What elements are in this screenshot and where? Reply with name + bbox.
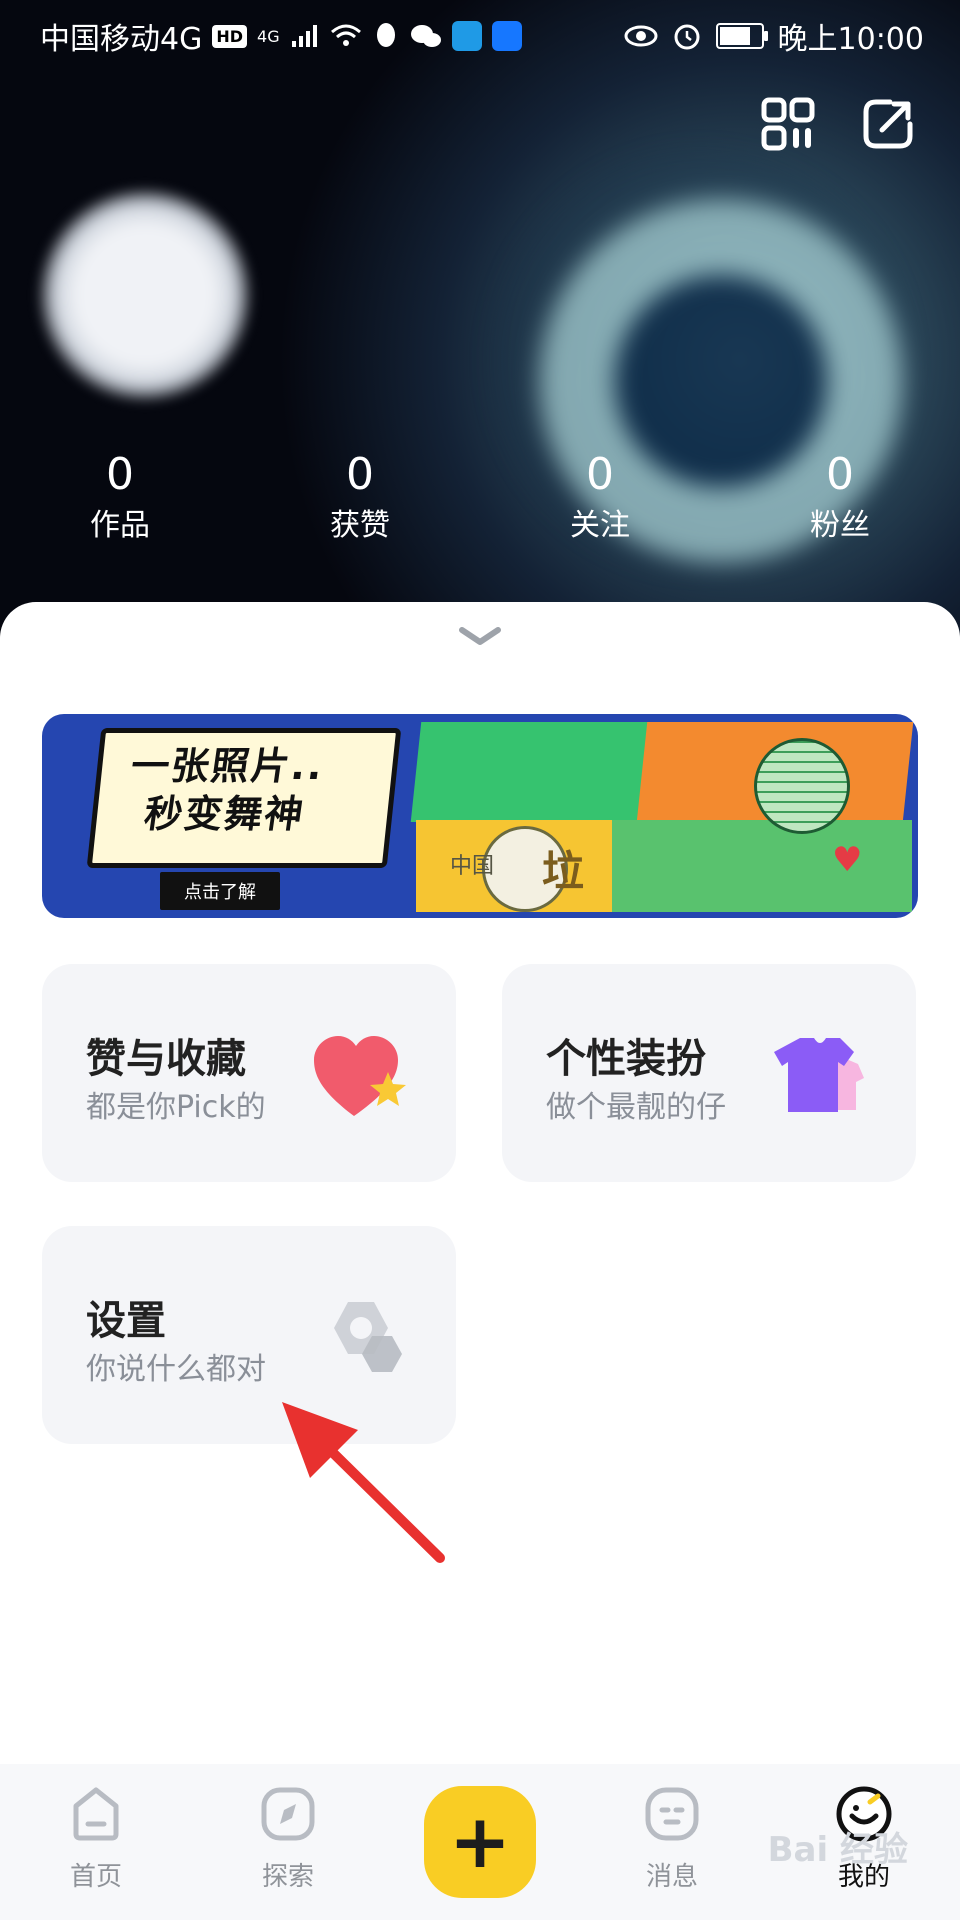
profile-screen: 中国移动4G HD 4G 晚上10:00 0 作品 0 获赞 0 关注 0 粉丝… — [0, 0, 960, 1920]
plus-icon: + — [448, 1799, 511, 1885]
avatar[interactable] — [40, 190, 250, 400]
profile-header: 中国移动4G HD 4G 晚上10:00 0 作品 0 获赞 0 关注 0 粉丝 — [0, 0, 960, 640]
wifi-icon — [330, 24, 361, 46]
banner-panel — [410, 722, 662, 822]
stat-value: 0 — [346, 449, 374, 500]
banner-learn-more-button[interactable]: 点击了解 — [160, 872, 280, 910]
browser-app-icon — [451, 21, 482, 51]
qr-scan-icon[interactable] — [760, 96, 816, 152]
status-bar: 中国移动4G HD 4G 晚上10:00 — [0, 0, 960, 66]
stat-following[interactable]: 0 关注 — [480, 450, 720, 548]
nav-label: 消息 — [645, 1862, 698, 1892]
stat-likes[interactable]: 0 获赞 — [240, 450, 480, 548]
stat-fans[interactable]: 0 粉丝 — [720, 450, 960, 548]
stat-value: 0 — [106, 449, 134, 500]
heart-star-icon — [314, 1036, 406, 1116]
banner-panel — [612, 820, 912, 912]
compass-icon — [261, 1787, 315, 1841]
promo-banner[interactable]: ♥ 中国 垃 一张照片.. 秒变舞神 点击了解 — [42, 714, 918, 918]
hexagon-icon — [334, 1302, 402, 1372]
profile-stats: 0 作品 0 获赞 0 关注 0 粉丝 — [0, 450, 960, 548]
clock-text: 晚上10:00 — [777, 22, 924, 57]
wechat-icon — [410, 25, 441, 47]
card-subtitle: 都是你Pick的 — [86, 1090, 266, 1125]
banner-big-char: 垃 — [542, 847, 585, 896]
card-title: 设置 — [86, 1298, 166, 1344]
qq-icon — [376, 23, 395, 47]
personal-dressup-card[interactable]: 个性装扮 做个最靓的仔 — [502, 964, 916, 1182]
stat-label: 粉丝 — [810, 508, 870, 543]
stat-value: 0 — [826, 449, 854, 500]
signal-icon — [291, 25, 317, 47]
card-title: 个性装扮 — [546, 1036, 706, 1082]
watermark: Bai 经验 — [767, 1830, 908, 1870]
home-icon — [73, 1787, 119, 1841]
disco-ball-illustration — [754, 738, 850, 834]
nav-messages[interactable]: 消息 — [602, 1784, 742, 1893]
tshirt-icon — [774, 1038, 864, 1112]
share-icon[interactable] — [860, 96, 916, 152]
stat-works[interactable]: 0 作品 — [0, 450, 240, 548]
alipay-app-icon — [491, 21, 522, 51]
banner-title-line1: 一张照片.. — [128, 744, 328, 788]
nav-label: 首页 — [69, 1862, 122, 1892]
profile-sheet: ♥ 中国 垃 一张照片.. 秒变舞神 点击了解 赞与收藏 都是你Pick的 个性… — [0, 602, 960, 1920]
nav-explore[interactable]: 探索 — [218, 1784, 358, 1893]
card-subtitle: 你说什么都对 — [86, 1352, 266, 1387]
banner-title-line2: 秒变舞神 — [141, 792, 308, 836]
battery-icon — [715, 23, 768, 49]
hd-badge: HD — [212, 24, 248, 48]
card-subtitle: 做个最靓的仔 — [546, 1090, 726, 1125]
card-title: 赞与收藏 — [86, 1036, 246, 1082]
red-arrow-annotation — [282, 1402, 445, 1563]
eye-icon — [624, 25, 658, 47]
carrier-text: 中国移动4G — [40, 22, 203, 57]
network-type: 4G — [257, 26, 280, 46]
chevron-down-icon[interactable] — [456, 624, 504, 648]
stat-label: 关注 — [570, 508, 630, 543]
alarm-icon — [674, 24, 700, 50]
stat-label: 获赞 — [330, 508, 390, 543]
likes-favorites-card[interactable]: 赞与收藏 都是你Pick的 — [42, 964, 456, 1182]
banner-title: 一张照片.. 秒变舞神 — [121, 742, 394, 838]
heart-icon: ♥ — [832, 840, 863, 880]
create-plus-button[interactable]: + — [424, 1786, 536, 1898]
nav-label: 探索 — [261, 1862, 314, 1892]
stat-label: 作品 — [90, 508, 150, 543]
stat-value: 0 — [586, 449, 614, 500]
message-icon — [645, 1787, 699, 1841]
nav-home[interactable]: 首页 — [26, 1784, 166, 1893]
banner-small-text: 中国 — [450, 854, 495, 879]
